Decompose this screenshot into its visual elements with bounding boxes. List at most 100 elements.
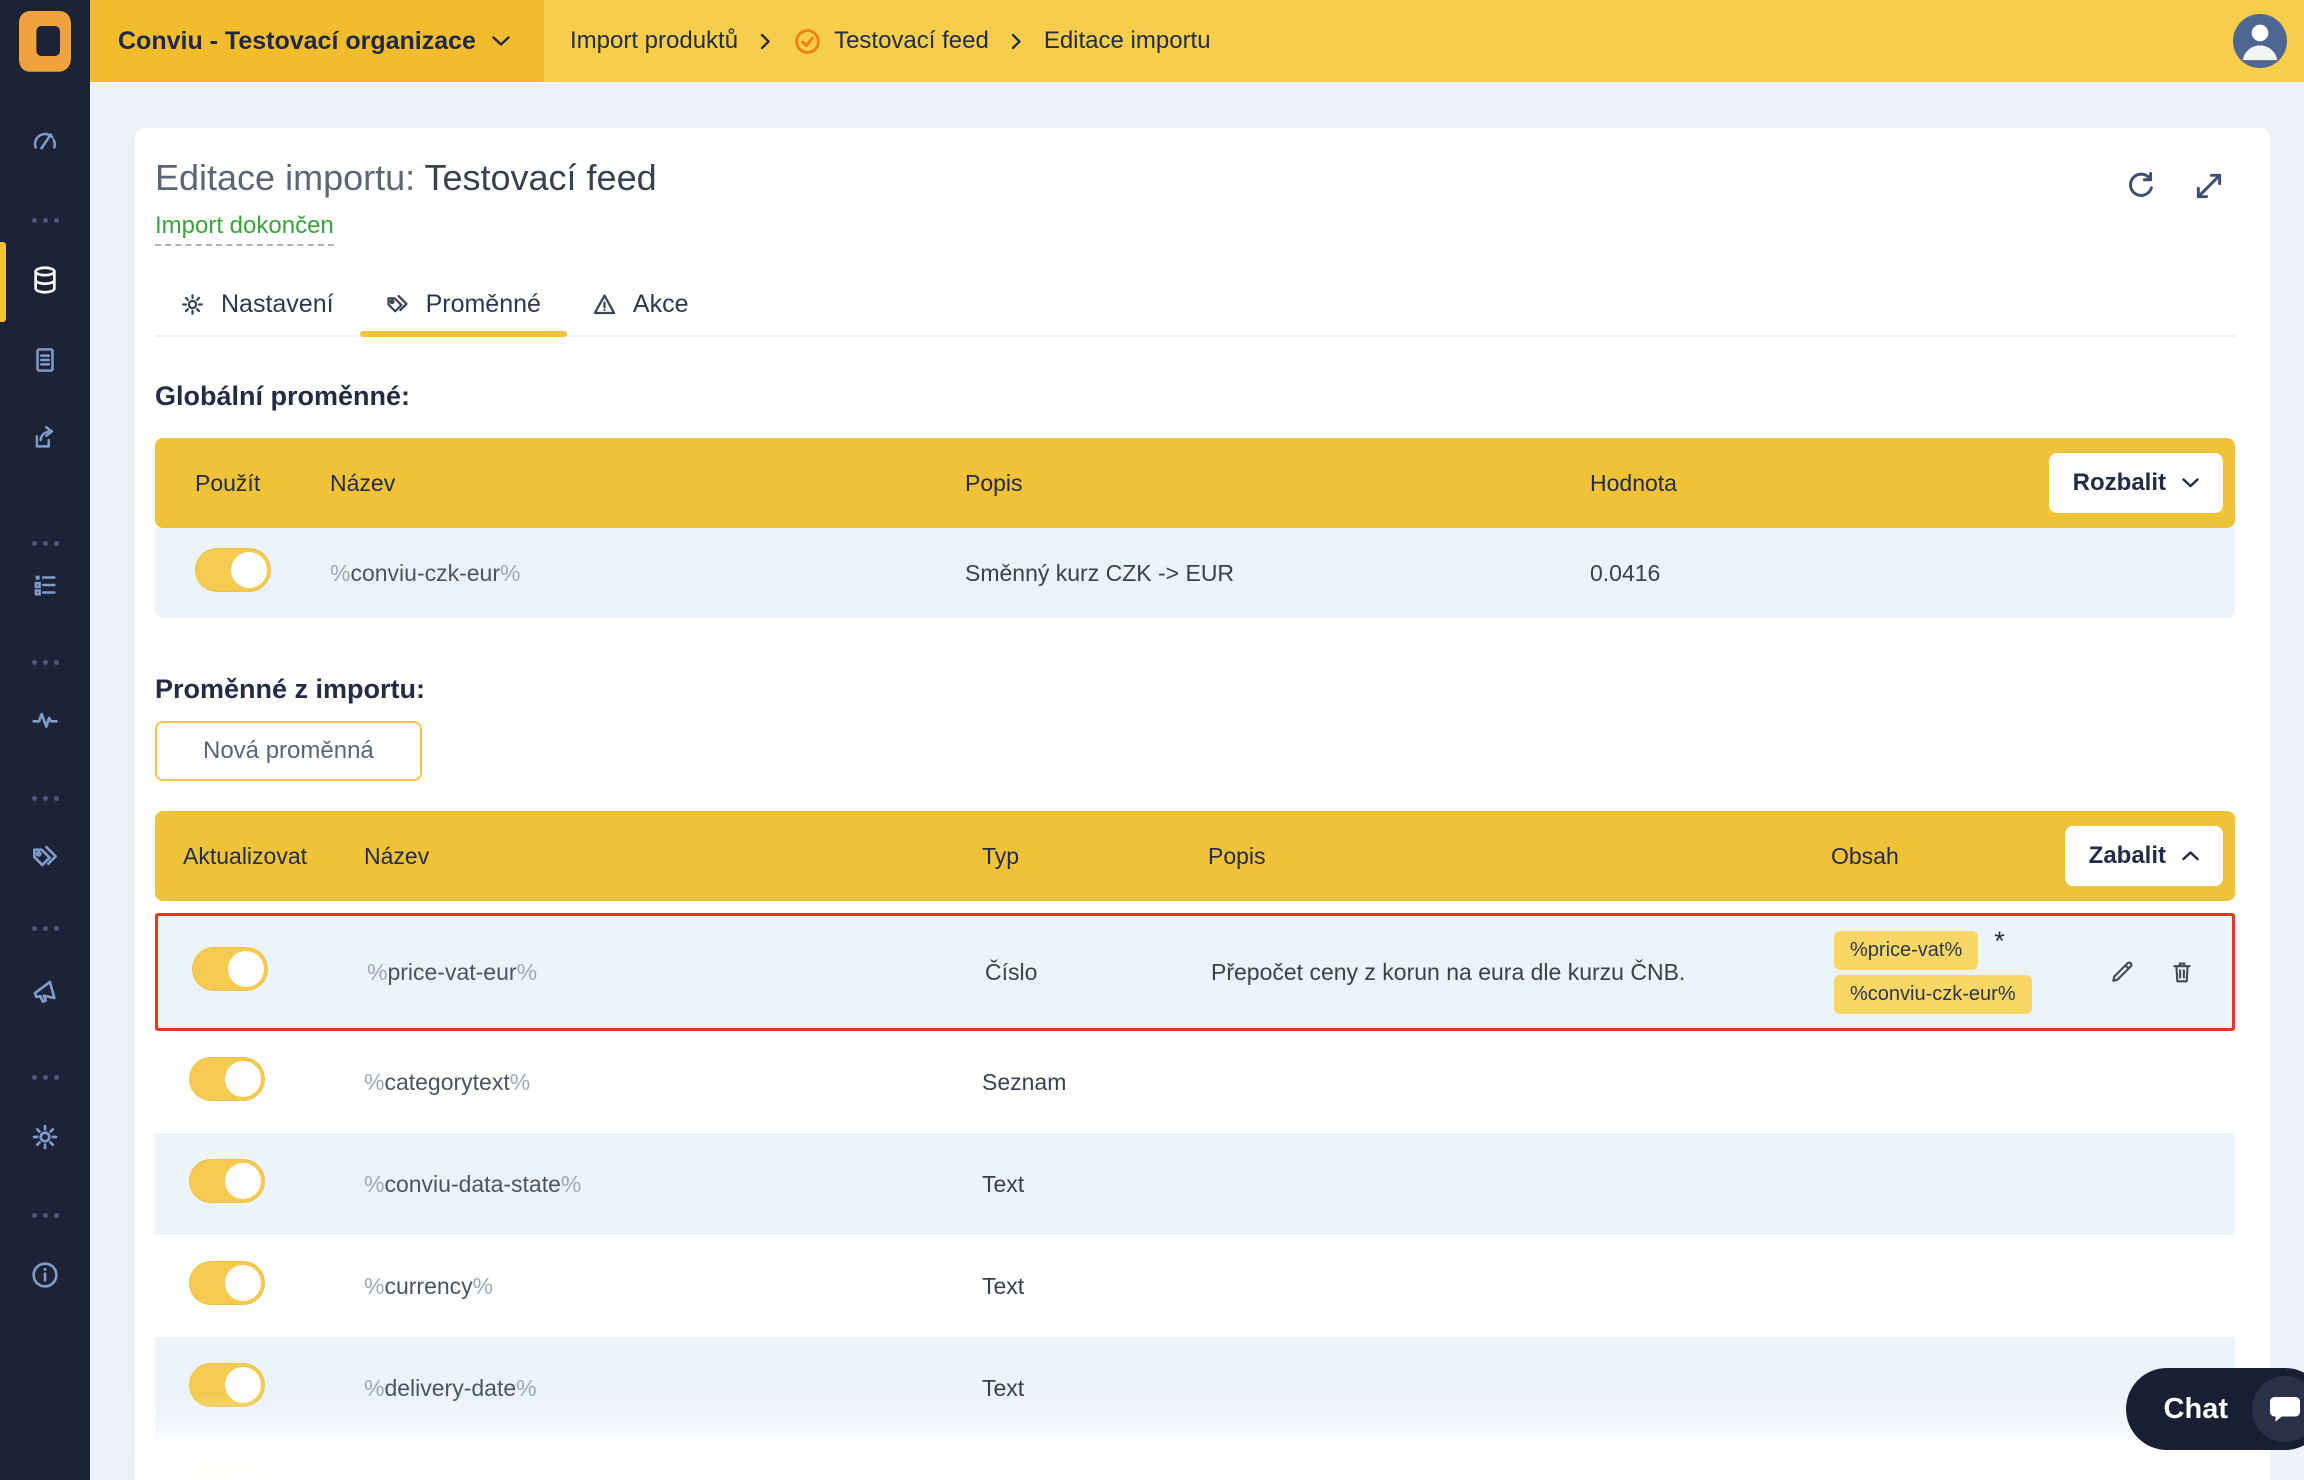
check-circle-icon <box>793 27 822 56</box>
row-enabled-toggle[interactable] <box>192 947 268 991</box>
column-header-popis: Popis <box>1208 842 1266 869</box>
tab-promenne[interactable]: Proměnné <box>359 280 568 337</box>
sidebar-item-list[interactable] <box>0 557 90 613</box>
edit-pencil-icon[interactable] <box>2108 958 2136 986</box>
sidebar-menu-dots-1[interactable] <box>0 192 90 248</box>
table-row: %description% Text <box>155 1439 2235 1480</box>
expand-table-button[interactable]: Rozbalit <box>2048 453 2223 513</box>
gear-icon <box>179 291 206 318</box>
sidebar-menu-dots-4[interactable] <box>0 770 90 826</box>
breadcrumb-testovaci-feed[interactable]: Testovací feed <box>793 27 989 56</box>
breadcrumb-import-produktu[interactable]: Import produktů <box>570 27 738 55</box>
sidebar-item-dashboard[interactable] <box>0 115 90 171</box>
variable-type: Číslo <box>985 958 1038 985</box>
list-icon <box>30 570 60 600</box>
variable-name: %conviu-data-state% <box>364 1170 582 1197</box>
sidebar-item-activity[interactable] <box>0 692 90 748</box>
global-variables-heading: Globální proměnné: <box>155 381 411 411</box>
variable-type: Seznam <box>982 1068 1067 1095</box>
breadcrumb-editace-importu: Editace importu <box>1043 27 1211 54</box>
row-enabled-toggle[interactable] <box>195 548 271 592</box>
column-header-obsah: Obsah <box>1831 842 1899 869</box>
table-row-highlighted: %price-vat-eur% Číslo Přepočet ceny z ko… <box>155 913 2235 1031</box>
row-enabled-toggle[interactable] <box>189 1159 265 1203</box>
table-row: %conviu-czk-eur% Směnný kurz CZK -> EUR … <box>155 528 2235 618</box>
column-header-aktualizovat: Aktualizovat <box>183 842 308 869</box>
info-icon <box>29 1259 61 1291</box>
delete-trash-icon[interactable] <box>2168 958 2196 986</box>
column-header-typ: Typ <box>982 842 1020 869</box>
expand-icon[interactable] <box>2193 170 2225 202</box>
sidebar-item-documents[interactable] <box>0 332 90 388</box>
conviu-logo-icon <box>19 11 71 72</box>
tab-bar: Nastavení Proměnné Akce <box>155 280 2235 337</box>
sidebar-item-announcements[interactable] <box>0 964 90 1020</box>
collapse-table-button[interactable]: Zabalit <box>2064 826 2223 886</box>
tags-icon <box>384 291 411 318</box>
sidebar-item-settings[interactable] <box>0 1109 90 1165</box>
variable-value: 0.0416 <box>1590 559 1661 586</box>
gear-icon <box>29 1121 61 1153</box>
megaphone-icon <box>29 976 61 1008</box>
variable-type: Text <box>982 1374 1025 1401</box>
sidebar-item-data[interactable] <box>0 252 90 308</box>
more-dots-icon <box>31 1212 59 1218</box>
row-enabled-toggle[interactable] <box>189 1465 265 1480</box>
import-status-link[interactable]: Import dokončen <box>155 212 334 246</box>
more-dots-icon <box>31 217 59 223</box>
page-title: Editace importu: Testovací feed <box>155 156 657 200</box>
sidebar <box>0 0 90 1480</box>
refresh-icon[interactable] <box>2125 170 2157 202</box>
sidebar-item-tags[interactable] <box>0 829 90 885</box>
chevron-up-icon <box>2182 851 2199 861</box>
sidebar-item-export[interactable] <box>0 409 90 465</box>
variable-description: Směnný kurz CZK -> EUR <box>965 559 1235 586</box>
tab-nastaveni[interactable]: Nastavení <box>155 280 360 335</box>
sidebar-item-info[interactable] <box>0 1247 90 1303</box>
variable-type: Text <box>982 1272 1025 1299</box>
variable-name: %delivery-date% <box>364 1374 537 1401</box>
sidebar-menu-dots-3[interactable] <box>0 634 90 690</box>
table-row: %delivery-date% Text <box>155 1337 2235 1439</box>
breadcrumb: Import produktů Testovací feed Editace i… <box>570 0 1211 82</box>
column-header-hodnota: Hodnota <box>1590 469 1677 496</box>
variable-type: Text <box>982 1477 1208 1480</box>
activity-icon <box>29 704 61 736</box>
database-icon <box>29 264 61 296</box>
organization-selector[interactable]: Conviu - Testovací organizace <box>90 0 544 82</box>
content-tag: %price-vat% <box>1834 930 1979 970</box>
sidebar-menu-dots-7[interactable] <box>0 1187 90 1243</box>
tags-icon <box>29 841 61 873</box>
tab-akce[interactable]: Akce <box>567 280 715 335</box>
column-header-popis: Popis <box>965 469 1023 496</box>
row-enabled-toggle[interactable] <box>189 1261 265 1305</box>
organization-name: Conviu - Testovací organizace <box>118 26 476 55</box>
dashboard-icon <box>30 128 60 158</box>
chevron-down-icon <box>492 35 510 47</box>
import-variables-heading: Proměnné z importu: <box>155 674 426 704</box>
sidebar-menu-dots-5[interactable] <box>0 900 90 956</box>
chevron-right-icon <box>1011 33 1022 50</box>
more-dots-icon <box>31 925 59 931</box>
share-icon <box>30 422 60 452</box>
chat-button-label: Chat <box>2163 1392 2228 1425</box>
import-edit-card: Editace importu: Testovací feed Import d… <box>135 128 2270 1480</box>
chevron-down-icon <box>2182 478 2199 488</box>
variable-name: %description% <box>364 1477 982 1480</box>
page-background: Editace importu: Testovací feed Import d… <box>90 82 2304 1480</box>
page-title-feed-name: Testovací feed <box>424 157 657 198</box>
app-logo[interactable] <box>0 0 90 82</box>
row-enabled-toggle[interactable] <box>189 1363 265 1407</box>
user-avatar[interactable] <box>2233 14 2287 68</box>
chat-button[interactable]: Chat <box>2125 1368 2304 1450</box>
row-enabled-toggle[interactable] <box>189 1057 265 1101</box>
table-row: %currency% Text <box>155 1235 2235 1337</box>
more-dots-icon <box>31 795 59 801</box>
sidebar-menu-dots-6[interactable] <box>0 1049 90 1105</box>
new-variable-button[interactable]: Nová proměnná <box>155 721 422 781</box>
variable-name: %categorytext% <box>364 1068 531 1095</box>
column-header-pouzit: Použít <box>195 469 261 496</box>
content-tag: %conviu-czk-eur% <box>1834 974 2032 1014</box>
variable-name: %conviu-czk-eur% <box>330 559 521 586</box>
import-variables-table-header: Aktualizovat Název Typ Popis Obsah Zabal… <box>155 811 2235 901</box>
